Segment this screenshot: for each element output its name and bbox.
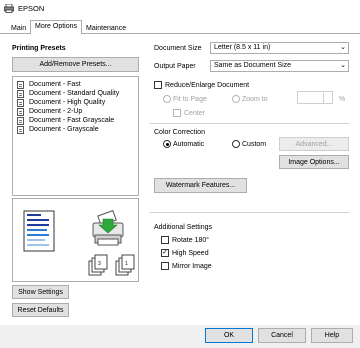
watermark-features-button[interactable]: Watermark Features... xyxy=(154,178,247,193)
high-speed-label: High Speed xyxy=(172,250,209,257)
percent-label: % xyxy=(339,96,346,103)
ok-button[interactable]: OK xyxy=(205,328,253,343)
document-icon xyxy=(17,125,24,134)
add-remove-presets-button[interactable]: Add/Remove Presets... xyxy=(12,57,139,72)
additional-settings-heading: Additional Settings xyxy=(154,224,212,231)
document-icon xyxy=(17,107,24,116)
reset-defaults-button[interactable]: Reset Defaults xyxy=(12,303,69,317)
color-correction-heading: Color Correction xyxy=(154,129,205,136)
fit-to-page-label: Fit to Page xyxy=(173,96,207,103)
custom-label: Custom xyxy=(242,141,267,148)
stepper-arrows[interactable] xyxy=(323,93,330,103)
tab-more-options[interactable]: More Options xyxy=(30,20,83,34)
document-icon xyxy=(17,80,24,89)
document-size-label: Document Size xyxy=(154,45,202,52)
list-item[interactable]: Document - Grayscale xyxy=(17,125,99,134)
window-title: EPSON xyxy=(18,4,45,13)
checkmark-icon: ✓ xyxy=(162,249,168,256)
rotate-180-label: Rotate 180° xyxy=(172,237,210,244)
reduce-enlarge-label: Reduce/Enlarge Document xyxy=(165,82,250,89)
rotate-180-checkbox[interactable] xyxy=(161,236,169,244)
chevron-down-icon: ⌄ xyxy=(340,62,346,69)
presets-list[interactable]: Document - Fast Document - Standard Qual… xyxy=(12,76,139,196)
document-icon xyxy=(17,98,24,107)
mirror-image-label: Mirror Image xyxy=(172,263,212,270)
advanced-button[interactable]: Advanced... xyxy=(279,137,349,151)
show-settings-button[interactable]: Show Settings xyxy=(12,285,69,299)
help-button[interactable]: Help xyxy=(311,328,353,343)
zoom-to-label: Zoom to xyxy=(242,96,268,103)
print-preview-illustration: 3 1 xyxy=(23,209,135,276)
title-bar: EPSON xyxy=(0,0,360,18)
list-item[interactable]: Document - Fast xyxy=(17,80,81,89)
output-paper-label: Output Paper xyxy=(154,63,196,70)
list-item[interactable]: Document - 2-Up xyxy=(17,107,82,116)
mirror-image-checkbox[interactable] xyxy=(161,262,169,270)
cancel-button[interactable]: Cancel xyxy=(258,328,306,343)
chevron-down-icon: ⌄ xyxy=(340,44,346,51)
image-options-button[interactable]: Image Options... xyxy=(279,155,349,169)
svg-text:1: 1 xyxy=(125,261,128,267)
tab-bar: Main More Options Maintenance xyxy=(0,18,360,34)
center-checkbox[interactable] xyxy=(173,109,181,117)
document-icon xyxy=(17,116,24,125)
document-size-select[interactable]: Letter (8.5 x 11 in) ⌄ xyxy=(210,42,349,54)
divider xyxy=(150,123,350,124)
zoom-percent-stepper[interactable] xyxy=(297,91,333,104)
printing-presets-heading: Printing Presets xyxy=(12,45,66,52)
list-item[interactable]: Document - Fast Grayscale xyxy=(17,116,114,125)
divider xyxy=(150,212,350,213)
document-icon xyxy=(17,89,24,98)
custom-radio[interactable] xyxy=(232,140,240,148)
output-paper-select[interactable]: Same as Document Size ⌄ xyxy=(210,60,349,72)
list-item[interactable]: Document - High Quality xyxy=(17,98,105,107)
printer-app-icon xyxy=(4,4,14,13)
zoom-to-radio[interactable] xyxy=(232,95,240,103)
reduce-enlarge-checkbox[interactable] xyxy=(154,81,162,89)
print-preview-area: 3 1 xyxy=(12,198,139,282)
dialog-footer xyxy=(0,325,360,348)
high-speed-checkbox[interactable]: ✓ xyxy=(161,249,169,257)
automatic-radio[interactable] xyxy=(163,140,171,148)
fit-to-page-radio[interactable] xyxy=(163,95,171,103)
automatic-label: Automatic xyxy=(173,141,205,148)
svg-text:3: 3 xyxy=(98,261,101,267)
list-item[interactable]: Document - Standard Quality xyxy=(17,89,119,98)
center-label: Center xyxy=(184,110,206,117)
